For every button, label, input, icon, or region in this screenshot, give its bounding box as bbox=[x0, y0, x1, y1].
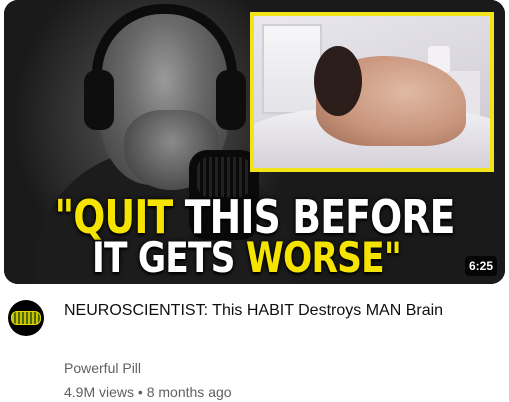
video-metadata: NEUROSCIENTIST: This HABIT Destroys MAN … bbox=[4, 296, 505, 402]
inset-window bbox=[262, 24, 322, 114]
view-count: 4.9M views bbox=[64, 384, 135, 400]
headphone-right-cup bbox=[216, 70, 246, 130]
channel-avatar[interactable] bbox=[8, 300, 44, 336]
channel-logo-icon bbox=[11, 311, 41, 325]
headline-highlight-worse: WORSE" bbox=[245, 233, 402, 282]
video-title[interactable]: NEUROSCIENTIST: This HABIT Destroys MAN … bbox=[64, 298, 494, 323]
video-thumbnail[interactable]: "QUIT THIS BEFORE IT GETS WORSE" 6:25 bbox=[4, 0, 505, 284]
inset-hair bbox=[314, 46, 362, 116]
thumbnail-inset-image bbox=[250, 12, 494, 172]
stats-separator: • bbox=[134, 384, 147, 400]
thumbnail-headline-line2: IT GETS WORSE" bbox=[41, 233, 452, 282]
upload-age: 8 months ago bbox=[146, 384, 232, 400]
duration-badge: 6:25 bbox=[464, 256, 497, 276]
video-stats: 4.9M views • 8 months ago bbox=[64, 384, 232, 400]
channel-name[interactable]: Powerful Pill bbox=[64, 360, 141, 376]
headphone-left-cup bbox=[84, 70, 114, 130]
headline-text-it-gets: IT GETS bbox=[92, 233, 246, 282]
